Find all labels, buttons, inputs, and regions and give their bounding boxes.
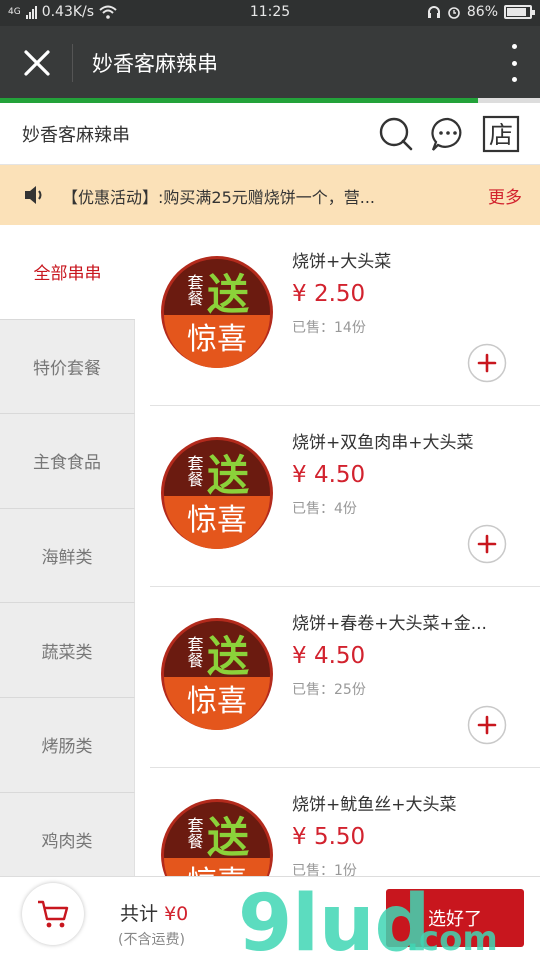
alarm-icon [448,7,460,19]
category-item[interactable]: 主食食品 [0,414,135,509]
product-price: ¥ 4.50 [292,643,366,669]
headset-icon [427,6,440,18]
close-icon[interactable] [18,44,56,82]
product-item[interactable]: 套餐 送 惊喜 烧饼+大头菜 ¥ 2.50 已售：14份 [150,225,540,406]
product-name: 烧饼+双鱼肉串+大头菜 [292,433,474,453]
product-item[interactable]: 套餐 送 惊喜 烧饼+双鱼肉串+大头菜 ¥ 4.50 已售：4份 [150,406,540,587]
category-label: 主食食品 [33,453,101,474]
promo-more-link[interactable]: 更多 [488,183,522,208]
add-to-cart-icon[interactable] [467,524,507,564]
store-icon[interactable]: 店 [481,114,521,154]
status-right: 86% [427,4,535,20]
shop-header: 妙香客麻辣串 店 [0,103,540,165]
promo-notice-bar[interactable]: 【优惠活动】:购买满25元赠烧饼一个，营... 更多 [0,165,540,225]
title-bar: 妙香客麻辣串 [0,26,540,100]
cart-total-label: 共计 [120,903,159,925]
svg-text:套餐: 套餐 [185,636,204,668]
battery-percent: 86% [466,4,498,20]
svg-text:惊喜: 惊喜 [187,322,247,357]
product-item[interactable]: 套餐 送 惊喜 烧饼+春卷+大头菜+金... ¥ 4.50 已售：25份 [150,587,540,768]
svg-text:惊喜: 惊喜 [187,865,247,876]
page-title: 妙香客麻辣串 [92,52,218,76]
category-label: 蔬菜类 [41,642,93,663]
add-to-cart-icon[interactable] [467,343,507,383]
category-item[interactable]: 全部串串 [0,225,135,320]
svg-text:惊喜: 惊喜 [187,684,247,719]
more-options-icon[interactable] [508,44,520,82]
battery-icon [504,5,535,19]
category-item[interactable]: 鸡肉类 [0,792,135,876]
svg-text:套餐: 套餐 [185,274,204,306]
category-item[interactable]: 海鲜类 [0,508,135,604]
combo-gift-badge-image: 套餐 送 惊喜 [161,437,273,549]
svg-text:送: 送 [207,632,249,681]
svg-text:店: 店 [489,121,513,149]
category-sidebar: 全部串串 特价套餐 主食食品 海鲜类 蔬菜类 烤肠类 鸡肉类 [0,225,135,876]
svg-text:送: 送 [207,451,249,500]
speaker-icon [25,186,42,204]
product-price: ¥ 2.50 [292,281,366,307]
search-icon[interactable] [376,114,416,154]
product-price: ¥ 5.50 [292,824,366,850]
product-price: ¥ 4.50 [292,462,366,488]
cart-bar: 共计 ¥0 (不含运费) 选好了 [0,876,540,960]
status-bar: 4G 0.43K/s 11:25 86% [0,0,540,26]
category-item[interactable]: 特价套餐 [0,319,135,415]
svg-text:套餐: 套餐 [185,817,204,849]
product-name: 烧饼+大头菜 [292,252,392,272]
combo-gift-badge-image: 套餐 送 惊喜 [161,799,273,876]
category-label: 全部串串 [33,264,102,285]
checkout-button[interactable]: 选好了 [386,889,524,947]
category-label: 海鲜类 [41,548,93,569]
product-sold-count: 已售：4份 [292,501,357,517]
product-list: 套餐 送 惊喜 烧饼+大头菜 ¥ 2.50 已售：14份 套餐 送 惊喜 烧饼+… [135,225,540,876]
product-sold-count: 已售：25份 [292,682,366,698]
combo-gift-badge-image: 套餐 送 惊喜 [161,618,273,730]
shipping-note: (不含运费) [118,932,185,948]
svg-text:送: 送 [207,270,249,319]
product-sold-count: 已售：1份 [292,863,357,876]
add-to-cart-icon[interactable] [467,705,507,745]
combo-gift-badge-image: 套餐 送 惊喜 [161,256,273,368]
cart-button[interactable] [22,883,84,945]
category-label: 鸡肉类 [41,831,93,852]
product-name: 烧饼+鱿鱼丝+大头菜 [292,795,457,815]
cart-total-amount: ¥0 [164,903,189,925]
cart-icon [38,900,69,928]
title-divider [72,44,73,82]
svg-text:惊喜: 惊喜 [187,503,247,538]
svg-text:送: 送 [207,813,249,862]
shop-name: 妙香客麻辣串 [22,125,130,146]
category-item[interactable]: 蔬菜类 [0,603,135,698]
category-item[interactable]: 烤肠类 [0,697,135,793]
product-sold-count: 已售：14份 [292,320,366,336]
category-label: 烤肠类 [41,737,93,758]
promo-text: 【优惠活动】:购买满25元赠烧饼一个，营... [62,188,376,207]
svg-text:套餐: 套餐 [185,455,204,487]
cart-total: 共计 ¥0 [120,899,188,926]
product-name: 烧饼+春卷+大头菜+金... [292,614,487,634]
category-label: 特价套餐 [33,358,101,379]
product-item[interactable]: 套餐 送 惊喜 烧饼+鱿鱼丝+大头菜 ¥ 5.50 已售：1份 [150,768,540,876]
chat-icon[interactable] [428,114,468,154]
